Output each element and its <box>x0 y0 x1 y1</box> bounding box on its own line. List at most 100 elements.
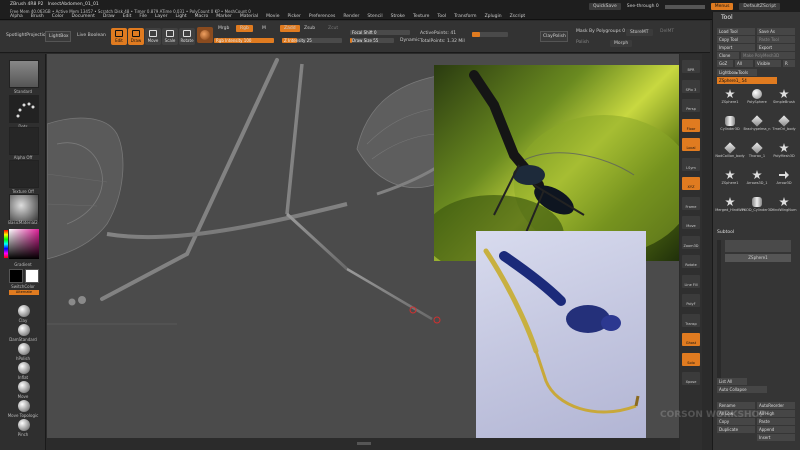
view-persp-button[interactable]: Persp <box>682 99 700 112</box>
menu-macro[interactable]: Macro <box>195 14 209 19</box>
menu-transform[interactable]: Transform <box>454 14 476 19</box>
menu-movie[interactable]: Movie <box>266 14 279 19</box>
view-solo-button[interactable]: Solo <box>682 352 700 366</box>
view-floor-button[interactable]: Floor <box>682 118 700 132</box>
goz-all-button[interactable]: All <box>735 60 753 67</box>
morph-button[interactable]: Morph <box>610 40 633 47</box>
mask-by-polygroups-slider[interactable]: Mask By Polygroups 0 <box>576 29 625 34</box>
seethrough-slider[interactable] <box>664 4 705 9</box>
zsub-button[interactable]: Zsub <box>304 26 315 31</box>
subtool-item[interactable]: ZSphere1 <box>725 254 791 262</box>
menu-preferences[interactable]: Preferences <box>309 14 335 19</box>
rgb-button[interactable]: Rgb <box>236 25 253 32</box>
list-all-button[interactable]: List All <box>717 378 747 385</box>
alternate-button[interactable]: Alternate <box>9 290 39 295</box>
brush-label-hpolish[interactable]: hPolish <box>0 356 46 361</box>
move-brush-icon[interactable] <box>18 381 30 393</box>
view-polyf-button[interactable]: PolyF <box>682 294 700 307</box>
storemt-button[interactable]: StoreMT <box>626 29 653 36</box>
brush-label-move[interactable]: Move <box>0 394 46 399</box>
stroke-selector[interactable] <box>9 95 39 123</box>
move-topologic-brush-icon[interactable] <box>18 400 30 412</box>
brush-thumbnail[interactable] <box>197 27 213 43</box>
view-local-button[interactable]: Local <box>682 138 700 151</box>
import-button[interactable]: Import <box>717 44 755 51</box>
current-tool-slider[interactable]: ZSphere1_ 54 <box>717 77 777 84</box>
menu-file[interactable]: File <box>139 14 147 19</box>
switchcolor-button[interactable]: SwitchColor <box>0 284 46 289</box>
tool-thumb-fkod-cylinder3d[interactable]: FKOD_Cylinder3D <box>742 196 773 216</box>
secondary-color-swatch[interactable] <box>25 269 39 283</box>
subtool-scrollbar[interactable] <box>717 240 721 380</box>
z-intensity-slider[interactable]: Z Intensity 25 <box>282 38 342 43</box>
gradient-label[interactable]: Gradient <box>0 262 46 267</box>
view-zoom3d-button[interactable]: Zoom3D <box>682 235 700 249</box>
texture-selector[interactable] <box>9 160 39 188</box>
goz-visible-button[interactable]: Visible <box>755 60 781 67</box>
tool-thumb-arrows3d-1[interactable]: Arrows3D_1 <box>746 169 768 189</box>
move-button[interactable]: Move <box>145 28 161 45</box>
inflat-brush-icon[interactable] <box>18 362 30 374</box>
live-boolean-button[interactable]: Live Boolean <box>77 33 106 38</box>
claypolish-button[interactable]: ClayPolish <box>540 31 568 42</box>
append-button[interactable]: Append <box>757 426 795 433</box>
main-color-swatch[interactable] <box>9 269 23 283</box>
hue-strip[interactable] <box>4 230 8 258</box>
subtool-slot[interactable] <box>725 240 791 252</box>
pinch-brush-icon[interactable] <box>18 419 30 431</box>
view-move-button[interactable]: Move <box>682 216 700 229</box>
view-transp-button[interactable]: Transp <box>682 313 700 327</box>
tool-thumb-hindwingnum[interactable]: HindWingNum <box>771 196 797 216</box>
menu-material[interactable]: Material <box>240 14 258 19</box>
tool-thumb-merged-hindwin[interactable]: Merged_HindWin <box>715 196 745 216</box>
rotate-button[interactable]: Rotate <box>179 28 195 45</box>
view-frame-button[interactable]: Frame <box>682 196 700 210</box>
view-xpose-button[interactable]: Xpose <box>682 372 700 385</box>
lightbox-tools-button[interactable]: Lightbox▸Tools <box>717 69 757 76</box>
tool-thumb-thorax-1[interactable]: Thorax_1 <box>746 142 768 162</box>
insert-button[interactable]: Insert <box>757 434 795 441</box>
menu-light[interactable]: Light <box>175 14 186 19</box>
scale-button[interactable]: Scale <box>162 28 178 45</box>
zcut-button[interactable]: Zcut <box>328 26 338 31</box>
brush-selector[interactable] <box>9 60 39 88</box>
tool-thumb-tmeori-body[interactable]: TmeOri_body <box>772 115 796 135</box>
edit-button[interactable]: Edit <box>111 28 127 45</box>
view-ghost-button[interactable]: Ghost <box>682 333 700 346</box>
autoreorder-button[interactable]: AutoReorder <box>757 402 795 409</box>
brush-label-pinch[interactable]: Pinch <box>0 432 46 437</box>
menu-color[interactable]: Color <box>52 14 64 19</box>
paste-tool-button[interactable]: Paste Tool <box>757 36 795 43</box>
extra-slider[interactable] <box>472 32 508 37</box>
menu-layer[interactable]: Layer <box>155 14 168 19</box>
view-lsym-button[interactable]: LSym <box>682 157 700 171</box>
menu-zplugin[interactable]: Zplugin <box>485 14 502 19</box>
rename-button[interactable]: Rename <box>717 402 755 409</box>
tool-thumb-simplebrush[interactable]: SimpleBrush <box>773 88 795 108</box>
menu-marker[interactable]: Marker <box>216 14 232 19</box>
view-rotate-button[interactable]: Rotate <box>682 255 700 268</box>
draw-size-slider[interactable]: Draw Size 55 <box>350 38 394 43</box>
quicksave-button[interactable]: QuickSave <box>588 3 621 10</box>
delmt-button[interactable]: DelMT <box>660 29 674 34</box>
damstandard-brush-icon[interactable] <box>18 324 30 336</box>
view-line-fill-button[interactable]: Line Fill <box>682 274 700 288</box>
tool-thumb-polysphere[interactable]: PolySphere <box>746 88 768 108</box>
zadd-button[interactable]: Zadd <box>280 25 300 32</box>
menu-render[interactable]: Render <box>343 14 359 19</box>
tool-thumb-zsphere1[interactable]: ZSphere1 <box>719 169 741 189</box>
hpolish-brush-icon[interactable] <box>18 343 30 355</box>
menu-brush[interactable]: Brush <box>31 14 44 19</box>
goz-button[interactable]: GoZ <box>717 60 733 67</box>
clone-button[interactable]: Clone <box>717 52 739 59</box>
view-bpr-button[interactable]: BPR <box>682 60 700 73</box>
material-selector[interactable] <box>9 194 39 222</box>
menu-document[interactable]: Document <box>72 14 95 19</box>
tool-thumb-zsphere1[interactable]: ZSphere1 <box>719 88 741 108</box>
m-button[interactable]: M <box>262 26 266 31</box>
draw-button[interactable]: Draw <box>128 28 144 45</box>
make-polymesh-button[interactable]: Make PolyMesh3D <box>741 52 795 59</box>
default-zscript-button[interactable]: DefaultZScript <box>739 3 780 10</box>
bottom-scroll-handle[interactable] <box>357 442 371 445</box>
mrgb-button[interactable]: Mrgb <box>218 26 229 31</box>
